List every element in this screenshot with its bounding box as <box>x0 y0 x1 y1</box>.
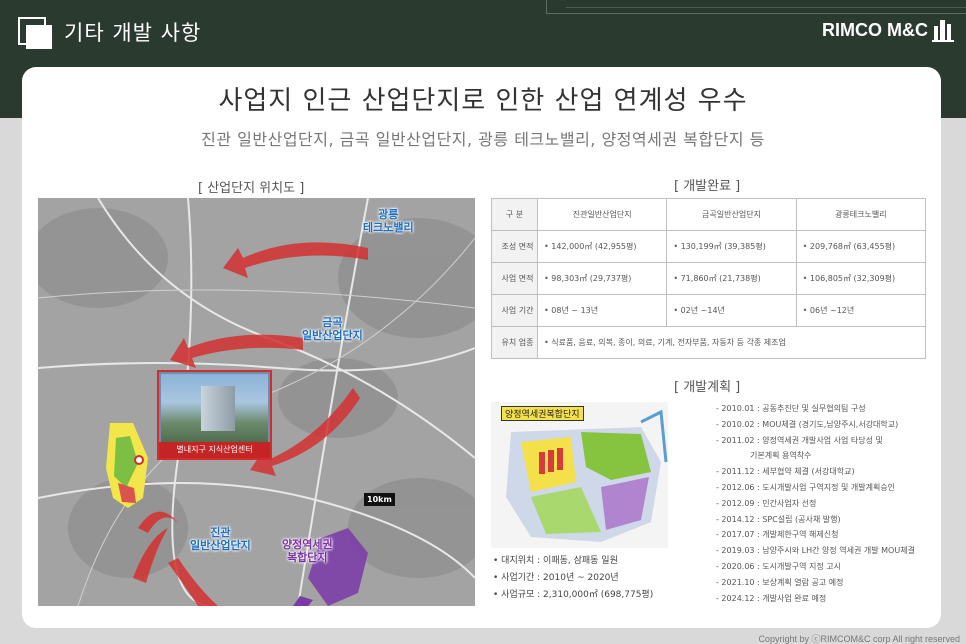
table-header-cell: 구 분 <box>491 198 538 231</box>
copyright-text: Copyright by ⓒRIMCOM&C corp All right re… <box>758 634 960 644</box>
plan-section-label: [ 개발계획 ] <box>674 380 741 395</box>
timeline-item: - 2021.10 : 보상계획 열람 공고 예정 <box>716 577 844 587</box>
timeline-item: - 2010.01 : 공동추진단 및 실무협의팀 구성 <box>716 404 866 413</box>
table-cell: • 06년 ~12년 <box>795 294 927 327</box>
table-cell: • 식료품, 음료, 의복, 종이, 의료, 기계, 전자부품, 자동차 등 각… <box>537 326 926 359</box>
table-cell: • 209,768㎡ (63,455평) <box>795 230 927 263</box>
row-label: 사업 기간 <box>491 294 538 327</box>
table-header-cell: 진관일반산업단지 <box>536 198 668 231</box>
header-decor-line <box>566 0 966 8</box>
map-label-geumgok: 금곡 일반산업단지 <box>302 316 363 342</box>
timeline-item: - 2012.06 : 도시개발사업 구역지정 및 개발계획승인 <box>716 482 896 492</box>
plan-timeline: - 2010.01 : 공동추진단 및 실무협의팀 구성 - 2010.02 :… <box>716 401 915 606</box>
timeline-item: - 2014.12 : SPC설립 (공사채 발행) <box>716 514 841 524</box>
table-header-row: 구 분 진관일반산업단지 금곡일반산업단지 광릉테크노밸리 <box>491 198 927 231</box>
building-photo <box>161 374 268 444</box>
timeline-item: - 2020.06 : 도시개발구역 지정 고시 <box>716 561 841 571</box>
table-cell: • 130,199㎡ (39,385평) <box>666 230 797 263</box>
timeline-item: 기본계획 용역착수 <box>750 451 812 461</box>
table-row: 조성 면적 • 142,000㎡ (42,955평) • 130,199㎡ (3… <box>491 230 927 263</box>
complete-table: 구 분 진관일반산업단지 금곡일반산업단지 광릉테크노밸리 조성 면적 • 14… <box>491 198 927 359</box>
timeline-item: - 2011.02 : 양정역세권 개발사업 사업 타당성 및 <box>716 435 883 445</box>
page-subheadline: 진관 일반산업단지, 금곡 일반산업단지, 광릉 테크노밸리, 양정역세권 복합… <box>201 130 765 149</box>
table-cell: • 08년 ~ 13년 <box>536 294 668 327</box>
table-cell: • 02년 ~14년 <box>666 294 797 327</box>
table-row: 사업 면적 • 98,303㎡ (29,737평) • 71,860㎡ (21,… <box>491 262 927 295</box>
plan-bullet: • 사업규모 : 2,310,000㎡ (698,775평) <box>493 590 654 600</box>
timeline-item: - 2012.09 : 민간사업자 선정 <box>716 498 817 508</box>
plan-graphic <box>491 402 668 548</box>
timeline-item: - 2011.12 : 세부협약 체결 (서강대학교) <box>716 467 855 477</box>
brand-name: RIMCO M&C <box>822 20 928 40</box>
knowledge-center-photo: 별내지구 지식산업센터 <box>157 370 272 460</box>
map-label-yangjeong: 양정역세권 복합단지 <box>282 538 333 564</box>
plan-image-title: 양정역세권복합단지 <box>501 406 584 421</box>
timeline-item: - 2019.03 : 남양주시와 LH간 양정 역세권 개발 MOU체결 <box>716 546 915 556</box>
table-row: 유치 업종 • 식료품, 음료, 의복, 종이, 의료, 기계, 전자부품, 자… <box>491 326 926 359</box>
row-label: 사업 면적 <box>491 262 538 295</box>
location-map: 광릉 테크노밸리 금곡 일반산업단지 진관 일반산업단지 양정역세권 복합단지 … <box>38 198 475 606</box>
section-title: 기타 개발 사항 <box>64 21 202 45</box>
table-cell: • 71,860㎡ (21,738평) <box>666 262 797 295</box>
plan-site-map: 양정역세권복합단지 <box>491 402 668 548</box>
complete-section-label: [ 개발완료 ] <box>674 179 741 194</box>
row-label: 유치 업종 <box>491 326 538 359</box>
plan-bullet: • 대지위치 : 이패동, 삼패동 일원 <box>493 556 618 566</box>
building-logo-icon <box>932 20 954 42</box>
table-row: 사업 기간 • 08년 ~ 13년 • 02년 ~14년 • 06년 ~12년 <box>491 294 927 327</box>
table-cell: • 106,805㎡ (32,309평) <box>795 262 927 295</box>
photo-caption: 별내지구 지식산업센터 <box>159 442 270 458</box>
map-scale: 10km <box>364 493 395 506</box>
table-cell: • 142,000㎡ (42,955평) <box>536 230 668 263</box>
timeline-item: - 2024.12 : 개발사업 완료 예정 <box>716 593 827 603</box>
table-header-cell: 광릉테크노밸리 <box>795 198 927 231</box>
map-label-gwangneung: 광릉 테크노밸리 <box>363 208 414 234</box>
page-headline: 사업지 인근 산업단지로 인한 산업 연계성 우수 <box>218 86 748 116</box>
timeline-item: - 2017.07 : 개발제한구역 해제신청 <box>716 530 839 540</box>
map-section-label: [ 산업단지 위치도 ] <box>198 181 305 196</box>
plan-bullet: • 사업기간 : 2010년 ~ 2020년 <box>493 573 619 583</box>
table-cell: • 98,303㎡ (29,737평) <box>536 262 668 295</box>
plan-bullets: • 대지위치 : 이패동, 삼패동 일원 • 사업기간 : 2010년 ~ 20… <box>493 553 653 604</box>
map-label-jingwan: 진관 일반산업단지 <box>190 526 251 552</box>
table-header-cell: 금곡일반산업단지 <box>666 198 797 231</box>
section-squares-icon <box>18 17 54 49</box>
row-label: 조성 면적 <box>491 230 538 263</box>
timeline-item: - 2010.02 : MOU체결 (경기도,남양주시,서강대학교) <box>716 419 899 429</box>
